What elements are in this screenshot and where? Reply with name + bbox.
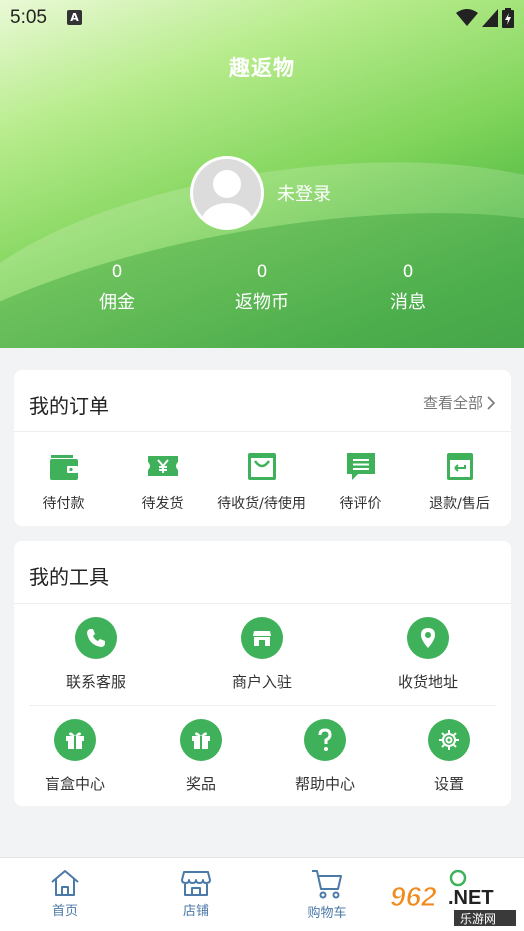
view-all-label: 查看全部: [422, 394, 483, 412]
stat-label: 消息: [390, 292, 426, 313]
status-time: 5:05: [10, 7, 47, 28]
tool-icon-circle: [180, 719, 222, 761]
location-icon: [421, 628, 435, 648]
tool-label: 设置: [433, 775, 464, 793]
divider: [14, 603, 511, 604]
user-silhouette-icon: [201, 170, 253, 227]
cart-icon: [312, 870, 342, 899]
tool-icon-circle: [304, 719, 346, 761]
order-pending-review[interactable]: 待评价: [311, 449, 410, 513]
shop-icon: [253, 631, 271, 646]
tools-title: 我的工具: [29, 565, 109, 589]
gear-icon: [439, 730, 459, 750]
order-pending-payment[interactable]: 待付款: [14, 449, 113, 513]
phone-icon: [87, 629, 105, 647]
tools-card: 我的工具 联系客服 商户入驻 收货地址 盲盒中心 奖品 帮助中心 设置: [14, 541, 511, 806]
avatar[interactable]: [190, 156, 264, 230]
question-icon: [318, 728, 332, 751]
orders-title: 我的订单: [29, 394, 109, 418]
order-label: 待收货/待使用: [217, 496, 306, 512]
tool-icon-circle: [75, 617, 117, 659]
nav-store[interactable]: 店铺: [146, 868, 246, 919]
order-pending-receipt[interactable]: 待收货/待使用: [212, 449, 311, 513]
nav-label: 购物车: [307, 906, 347, 921]
login-status[interactable]: 未登录: [277, 180, 331, 206]
tool-label: 奖品: [185, 775, 216, 793]
tool-prizes[interactable]: 奖品: [151, 719, 251, 794]
tool-help-center[interactable]: 帮助中心: [275, 719, 375, 794]
battery-icon: [502, 8, 514, 28]
svg-text:乐游网: 乐游网: [460, 912, 496, 926]
order-refund[interactable]: 退款/售后: [410, 449, 509, 513]
tool-label: 盲盒中心: [44, 775, 105, 793]
prize-gift-icon: [192, 732, 210, 749]
order-pending-shipment[interactable]: 待发货: [113, 449, 212, 513]
profile-header: 5:05 A 趣返物 未登录 0 佣金 0 返物币 0 消息: [0, 0, 524, 348]
tool-label: 商户入驻: [231, 673, 292, 691]
comment-icon: [346, 453, 375, 480]
tool-icon-circle: [428, 719, 470, 761]
nav-label: 首页: [51, 904, 78, 919]
watermark-logo: 962 .NET 乐游网: [388, 869, 520, 928]
signal-icon: [482, 9, 498, 27]
nav-label: 店铺: [182, 904, 209, 919]
tool-icon-circle: [407, 617, 449, 659]
nav-home[interactable]: 首页: [15, 868, 115, 919]
chevron-right-icon: [487, 395, 495, 410]
tool-shipping-address[interactable]: 收货地址: [378, 617, 478, 692]
view-all-orders-link[interactable]: 查看全部: [423, 392, 495, 413]
tool-icon-circle: [241, 617, 283, 659]
order-label: 退款/售后: [429, 496, 490, 512]
tool-settings[interactable]: 设置: [399, 719, 499, 794]
ticket-yen-icon: [147, 456, 178, 476]
wifi-icon: [456, 9, 478, 26]
bag-icon: [247, 453, 276, 480]
stat-value: 0: [402, 262, 414, 282]
stat-value: 0: [256, 262, 268, 282]
tool-merchant-join[interactable]: 商户入驻: [212, 617, 312, 692]
order-label: 待评价: [339, 496, 382, 512]
stat-label: 返物币: [235, 292, 289, 313]
tool-label: 联系客服: [65, 673, 126, 691]
divider: [14, 431, 511, 432]
refund-icon: [446, 453, 473, 480]
tool-label: 收货地址: [397, 673, 458, 691]
order-label: 待付款: [42, 496, 85, 512]
svg-text:962: 962: [390, 881, 437, 912]
notification-badge: A: [67, 10, 82, 25]
stat-coins[interactable]: 0 返物币: [202, 262, 322, 314]
tool-blind-box[interactable]: 盲盒中心: [25, 719, 125, 794]
tool-label: 帮助中心: [294, 775, 355, 793]
divider: [29, 705, 496, 706]
svg-text:.NET: .NET: [448, 887, 494, 909]
wallet-icon: [49, 455, 78, 480]
status-bar: 5:05 A: [0, 0, 524, 36]
stat-label: 佣金: [99, 292, 135, 313]
tool-icon-circle: [54, 719, 96, 761]
gift-icon: [66, 732, 84, 749]
orders-card: 我的订单 查看全部 待付款 待发货 待收货/待使用 待评价 退款/售后: [14, 370, 511, 526]
status-icons: [456, 8, 514, 28]
store-icon: [181, 871, 211, 896]
tool-customer-service[interactable]: 联系客服: [46, 617, 146, 692]
nav-cart[interactable]: 购物车: [277, 868, 377, 921]
stat-messages[interactable]: 0 消息: [348, 262, 468, 314]
app-title: 趣返物: [229, 56, 295, 80]
stat-value: 0: [111, 262, 123, 282]
home-icon: [51, 870, 79, 896]
order-label: 待发货: [141, 496, 184, 512]
stat-commission[interactable]: 0 佣金: [57, 262, 177, 314]
